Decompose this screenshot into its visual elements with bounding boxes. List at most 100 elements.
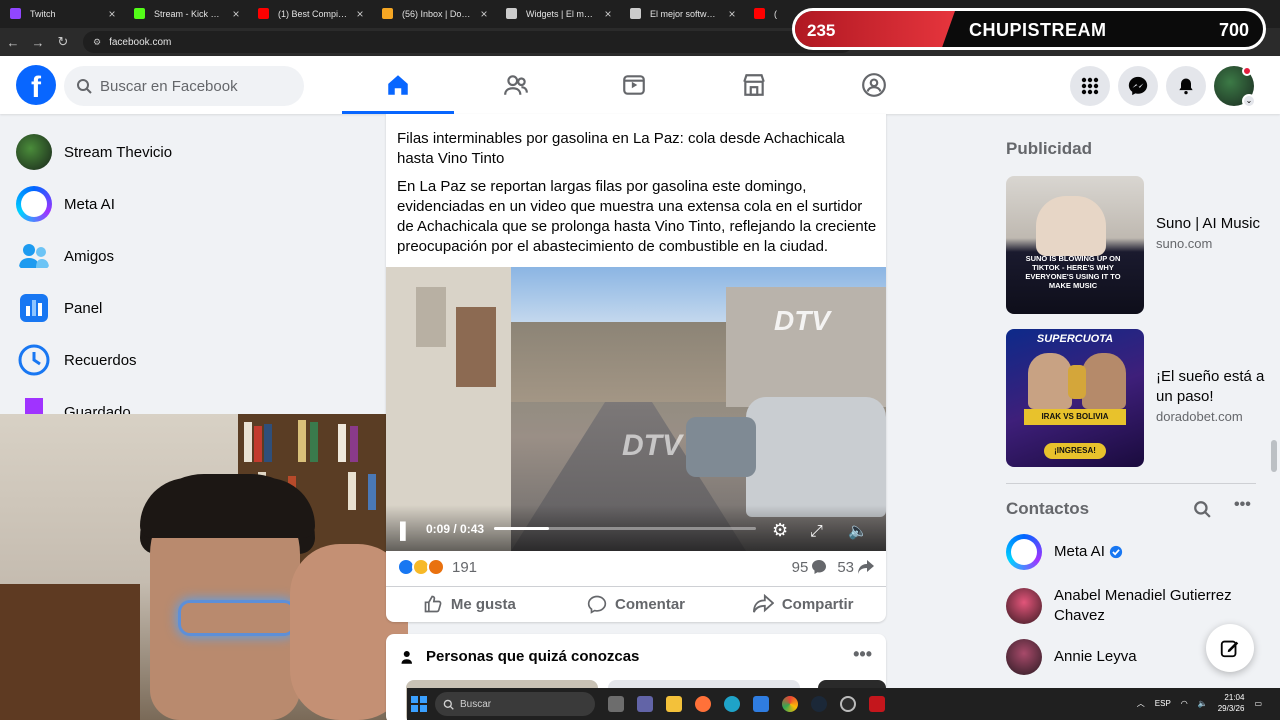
profile-avatar[interactable]: ⌄ xyxy=(1214,66,1256,108)
search-icon xyxy=(443,699,454,710)
site-info-icon[interactable]: ⚙ xyxy=(93,37,101,48)
system-clock[interactable]: 21:04 29/3/26 xyxy=(1218,692,1245,714)
youtube-icon xyxy=(258,8,269,19)
wifi-icon[interactable]: ◠ xyxy=(1181,699,1188,708)
post-actions: Me gusta Comentar Compartir xyxy=(386,586,886,621)
book xyxy=(338,424,346,462)
close-tab-icon[interactable]: × xyxy=(602,7,614,21)
chevron-down-icon[interactable]: ⌄ xyxy=(1242,94,1256,108)
sponsored-ad[interactable]: SUPERCUOTA IRAK VS BOLIVIA ¡INGRESA! ¡El… xyxy=(1006,329,1266,467)
file-explorer-icon[interactable] xyxy=(666,696,682,712)
sidebar-item-meta-ai[interactable]: Meta AI xyxy=(8,178,368,230)
close-tab-icon[interactable]: × xyxy=(726,7,738,21)
contact-item[interactable]: Meta AI xyxy=(1006,534,1266,570)
reload-icon[interactable]: ↻ xyxy=(51,34,75,50)
firefox-icon[interactable] xyxy=(695,696,711,712)
twitch-icon xyxy=(10,8,21,19)
home-icon xyxy=(388,75,408,95)
volume-muted-icon[interactable]: 🔈 xyxy=(848,521,868,541)
app-icon[interactable] xyxy=(869,696,885,712)
shares-count[interactable]: 53 xyxy=(837,559,854,576)
sidebar-item-panel[interactable]: Panel xyxy=(8,282,368,334)
sidebar-item-memories[interactable]: Recuerdos xyxy=(8,334,368,386)
close-tab-icon[interactable]: × xyxy=(478,7,490,21)
comments-count[interactable]: 95 xyxy=(792,559,809,576)
sponsored-ad[interactable]: SUNO IS BLOWING UP ON TIKTOK - HERE'S WH… xyxy=(1006,176,1266,314)
verified-badge-icon xyxy=(1109,545,1122,559)
scrollbar-thumb[interactable] xyxy=(1271,440,1277,472)
comment-button[interactable]: Comentar xyxy=(553,587,720,621)
reactions-count[interactable]: 191 xyxy=(452,559,477,576)
obs-icon[interactable] xyxy=(840,696,856,712)
close-tab-icon[interactable]: × xyxy=(230,7,242,21)
mail-icon[interactable] xyxy=(753,696,769,712)
thumbs-up-icon xyxy=(424,595,442,613)
browser-tab[interactable]: Stream - Kick Dashbo× xyxy=(124,0,248,28)
video-watermark: DTV xyxy=(622,429,682,462)
browser-tab[interactable]: (1) xyxy=(744,0,784,28)
browser-tab[interactable]: (1) Best Compilation× xyxy=(248,0,372,28)
kick-icon xyxy=(134,8,145,19)
browser-tab[interactable]: Twitch × xyxy=(0,0,124,28)
search-input[interactable] xyxy=(100,77,280,95)
close-tab-icon[interactable]: × xyxy=(106,7,118,21)
browser-tab[interactable]: (56) Inbox | Donoclip× xyxy=(372,0,496,28)
chevron-up-icon[interactable]: ︿ xyxy=(1137,698,1145,709)
widgets-icon xyxy=(506,8,517,19)
nav-groups[interactable] xyxy=(818,56,930,114)
nav-marketplace[interactable] xyxy=(698,56,810,114)
nav-home[interactable] xyxy=(342,56,454,114)
nav-video[interactable] xyxy=(578,56,690,114)
share-button[interactable]: Compartir xyxy=(719,587,886,621)
url-field[interactable]: ⚙ facebook.com xyxy=(83,31,853,53)
contact-item[interactable]: Anabel Menadiel Gutierrez Chavez xyxy=(1006,586,1266,626)
back-icon[interactable]: ← xyxy=(1,35,25,50)
browser-tab[interactable]: Widgets | El mejor so× xyxy=(496,0,620,28)
post-video[interactable]: DTV DTV ▌ 0:09 / 0:43 ⚙ ⤢ 🔈 xyxy=(386,267,886,551)
chrome-icon[interactable] xyxy=(782,696,798,712)
facebook-logo[interactable]: f xyxy=(16,65,56,105)
edge-icon[interactable] xyxy=(724,696,740,712)
more-options-icon[interactable]: ••• xyxy=(1234,496,1251,514)
like-button[interactable]: Me gusta xyxy=(386,587,553,621)
close-tab-icon[interactable]: × xyxy=(354,7,366,21)
settings-gear-icon[interactable]: ⚙ xyxy=(772,520,788,541)
ad-title: ¡El sueño está a un paso! xyxy=(1156,368,1265,405)
book xyxy=(310,422,318,462)
search-icon xyxy=(77,79,92,94)
browser-tab[interactable]: El mejor software pa× xyxy=(620,0,744,28)
play-pause-icon[interactable]: ▌ xyxy=(400,523,411,541)
ad-image-caption: SUNO IS BLOWING UP ON TIKTOK - HERE'S WH… xyxy=(1025,254,1121,290)
task-view-icon[interactable] xyxy=(608,696,624,712)
ad-player xyxy=(1028,353,1072,409)
video-progress[interactable] xyxy=(494,527,756,530)
sidebar-item-profile[interactable]: Stream Thevicio xyxy=(8,126,368,178)
sidebar-item-label: Panel xyxy=(64,299,103,317)
messenger-button[interactable] xyxy=(1118,66,1158,106)
post-title: Filas interminables por gasolina en La P… xyxy=(397,130,845,167)
steam-icon[interactable] xyxy=(811,696,827,712)
like-label: Me gusta xyxy=(450,595,516,613)
more-options-icon[interactable]: ••• xyxy=(853,644,872,665)
sidebar-item-label: Stream Thevicio xyxy=(64,143,173,161)
divider xyxy=(1006,483,1256,484)
new-message-button[interactable] xyxy=(1206,624,1254,672)
search-icon[interactable] xyxy=(1193,500,1211,518)
fullscreen-icon[interactable]: ⤢ xyxy=(810,523,823,541)
notification-center-icon[interactable]: ▭ xyxy=(1254,699,1262,708)
taskbar-search[interactable]: Buscar xyxy=(435,692,595,716)
ad-url: doradobet.com xyxy=(1156,409,1243,424)
menu-button[interactable] xyxy=(1070,66,1110,106)
forward-icon[interactable]: → xyxy=(26,35,50,50)
facebook-search[interactable] xyxy=(64,66,304,106)
book xyxy=(264,424,272,462)
notifications-button[interactable] xyxy=(1166,66,1206,106)
nav-friends[interactable] xyxy=(460,56,572,114)
language-indicator[interactable]: ESP xyxy=(1155,699,1171,708)
sidebar-item-friends[interactable]: Amigos xyxy=(8,230,368,282)
parked-car xyxy=(686,417,756,477)
facebook-header: f ⌄ xyxy=(0,56,1280,114)
volume-icon[interactable]: 🔈 xyxy=(1198,699,1208,708)
windows-start-icon[interactable] xyxy=(411,696,427,712)
teams-icon[interactable] xyxy=(637,696,653,712)
